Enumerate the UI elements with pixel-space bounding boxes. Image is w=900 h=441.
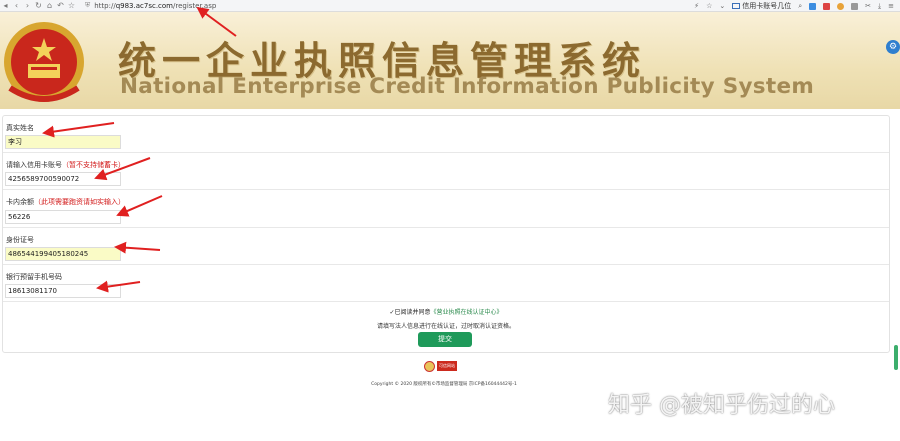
agreement-link[interactable]: 《营业执照在线认证中心》	[431, 309, 503, 316]
form-row-card: 请输入信用卡账号（暂不支持储蓄卡） 4256589700590072	[3, 153, 889, 190]
balance-input[interactable]: 56226	[5, 210, 121, 224]
form-row-id: 身份证号 486544199405180245	[3, 228, 889, 265]
bookmark-label: 信用卡账号几位	[742, 2, 792, 10]
browser-toolbar: ◂ ‹ › ↻ ⌂ ↶ ☆ ⛨ http://q983.ac7sc.com/re…	[0, 0, 900, 12]
forward-icon[interactable]: ›	[22, 0, 33, 12]
favorite-icon[interactable]: ☆	[706, 2, 712, 10]
submit-button[interactable]: 提交	[418, 332, 472, 347]
field-label: 请输入信用卡账号（暂不支持储蓄卡）	[6, 161, 125, 169]
search-icon[interactable]: ⌕	[798, 2, 802, 11]
id-number-input[interactable]: 486544199405180245	[5, 247, 121, 261]
form-row-balance: 卡内余额（此项需要跑资请如实输入） 56226	[3, 190, 889, 228]
dropdown-icon[interactable]: ⌄	[719, 2, 725, 10]
site-banner: 统一企业执照信息管理系统 National Enterprise Credit …	[0, 12, 900, 109]
agreement-line[interactable]: ✓已阅读并同意《营业执照在线认证中心》	[3, 307, 889, 316]
card-number-input[interactable]: 4256589700590072	[5, 172, 121, 186]
puzzle-icon[interactable]	[851, 2, 859, 10]
field-label: 真实姓名	[6, 124, 34, 132]
avatar-icon[interactable]	[837, 2, 845, 10]
seal-icon	[424, 360, 435, 372]
reload-icon[interactable]: ↻	[33, 0, 44, 12]
bookmark-icon	[732, 3, 741, 9]
scissors-icon[interactable]: ✂	[865, 2, 871, 10]
browser-menu-icon[interactable]: ◂	[0, 0, 11, 12]
form-hint: 请填写法人信息进行在线认证，过时取消认证资格。	[376, 323, 515, 330]
field-label: 身份证号	[6, 236, 34, 244]
star-icon[interactable]: ☆	[66, 0, 77, 12]
address-bar[interactable]: ⛨ http://q983.ac7sc.com/register.asp	[85, 0, 555, 11]
form-row-name: 真实姓名 李习	[3, 116, 889, 153]
back-icon[interactable]: ‹	[11, 0, 22, 12]
url-text: http://q983.ac7sc.com/register.asp	[94, 1, 217, 10]
field-label: 卡内余额（此项需要跑资请如实输入）	[6, 198, 125, 206]
trusted-site-badge[interactable]: 可信网站	[424, 359, 465, 373]
grid-icon[interactable]	[809, 2, 817, 10]
settings-icon[interactable]: ⚙	[886, 40, 900, 54]
national-emblem-icon	[4, 22, 84, 102]
register-form: 真实姓名 李习 请输入信用卡账号（暂不支持储蓄卡） 42565897005900…	[2, 115, 890, 353]
lightning-icon[interactable]: ⚡	[694, 2, 699, 10]
real-name-input[interactable]: 李习	[5, 135, 121, 149]
badge-text: 可信网站	[437, 361, 457, 371]
scrollbar-thumb[interactable]	[894, 345, 898, 370]
toolbar-right: ⚡ ☆ ⌄ 信用卡账号几位 ⌕ ✂ ⤓ ≡	[694, 0, 900, 12]
undo-icon[interactable]: ↶	[55, 0, 66, 12]
watermark-text: 知乎 @被知乎伤过的心	[608, 393, 835, 418]
field-label: 银行预留手机号码	[6, 273, 62, 281]
shield-icon: ⛨	[85, 1, 91, 9]
bookmark-item[interactable]: 信用卡账号几位	[732, 1, 791, 11]
form-row-phone: 银行预留手机号码 18613081170	[3, 265, 889, 302]
home-icon[interactable]: ⌂	[44, 0, 55, 12]
extension-icon[interactable]	[823, 2, 831, 10]
download-icon[interactable]: ⤓	[878, 2, 881, 11]
banner-title-en: National Enterprise Credit Information P…	[120, 74, 815, 99]
menu-icon[interactable]: ≡	[888, 2, 894, 10]
phone-input[interactable]: 18613081170	[5, 284, 121, 298]
